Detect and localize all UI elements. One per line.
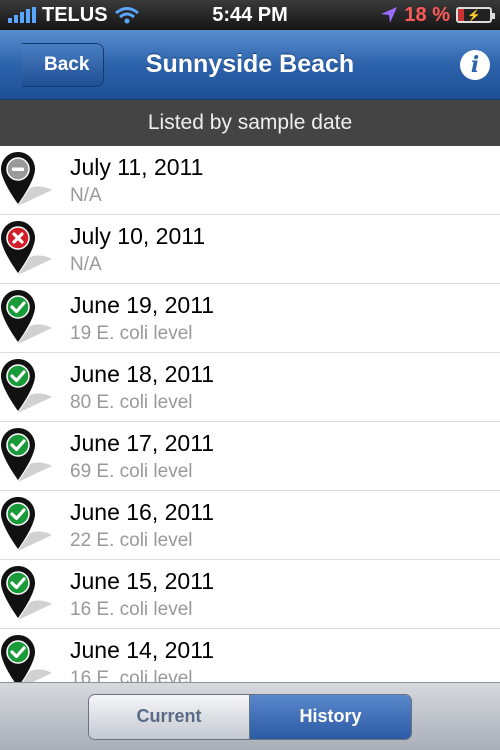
segmented-control-bar: Current History bbox=[0, 682, 500, 750]
sample-date: June 19, 2011 bbox=[70, 291, 215, 318]
sample-date: June 15, 2011 bbox=[70, 567, 215, 594]
list-item[interactable]: June 14, 2011 16 E. coli level bbox=[0, 629, 500, 682]
back-button-label: Back bbox=[44, 53, 90, 75]
sample-value: 19 E. coli level bbox=[70, 322, 193, 344]
check-pin-icon bbox=[0, 491, 56, 560]
list-item[interactable]: June 18, 2011 80 E. coli level bbox=[0, 353, 500, 422]
signal-bars-icon bbox=[8, 7, 36, 23]
list-item[interactable]: June 16, 2011 22 E. coli level bbox=[0, 491, 500, 560]
segmented-control: Current History bbox=[88, 693, 412, 740]
sample-value: N/A bbox=[70, 253, 102, 275]
sample-date: June 18, 2011 bbox=[70, 360, 215, 387]
list-item-text: June 18, 2011 80 E. coli level bbox=[70, 361, 214, 414]
navigation-bar: Back Sunnyside Beach i bbox=[0, 30, 500, 100]
sample-list: July 11, 2011 N/A July 10, 2011 N/A June 19,… bbox=[0, 146, 500, 682]
sample-date: June 16, 2011 bbox=[70, 498, 215, 525]
list-item[interactable]: June 19, 2011 19 E. coli level bbox=[0, 284, 500, 353]
back-button[interactable]: Back bbox=[22, 42, 105, 87]
check-pin-icon bbox=[0, 284, 56, 353]
list-item[interactable]: July 10, 2011 N/A bbox=[0, 215, 500, 284]
list-item-text: June 16, 2011 22 E. coli level bbox=[70, 499, 214, 552]
sample-value: 69 E. coli level bbox=[70, 460, 193, 482]
sample-value: N/A bbox=[70, 184, 102, 206]
location-arrow-icon bbox=[381, 7, 398, 23]
list-item-text: June 14, 2011 16 E. coli level bbox=[70, 637, 214, 683]
carrier-name: TELUS bbox=[42, 3, 108, 26]
list-item[interactable]: July 11, 2011 N/A bbox=[0, 146, 500, 215]
list-item-text: July 10, 2011 N/A bbox=[70, 223, 205, 276]
sample-date: June 14, 2011 bbox=[70, 636, 215, 663]
status-bar: TELUS 5:44 PM 18 % ⚡ bbox=[0, 0, 500, 30]
minus-pin-icon bbox=[0, 146, 56, 215]
sample-date: July 11, 2011 bbox=[70, 153, 204, 180]
check-pin-icon bbox=[0, 353, 56, 422]
list-item-text: June 19, 2011 19 E. coli level bbox=[70, 292, 214, 345]
x-pin-icon bbox=[0, 215, 56, 284]
list-item-text: July 11, 2011 N/A bbox=[70, 154, 203, 207]
battery-icon: ⚡ bbox=[456, 7, 495, 23]
sample-value: 16 E. coli level bbox=[70, 667, 193, 683]
wifi-icon bbox=[114, 7, 139, 24]
list-item[interactable]: June 15, 2011 16 E. coli level bbox=[0, 560, 500, 629]
info-icon[interactable]: i bbox=[460, 49, 490, 80]
sample-date: June 17, 2011 bbox=[70, 429, 215, 456]
list-item[interactable]: June 17, 2011 69 E. coli level bbox=[0, 422, 500, 491]
check-pin-icon bbox=[0, 560, 56, 629]
battery-percent: 18 % bbox=[404, 3, 450, 26]
check-pin-icon bbox=[0, 629, 56, 682]
list-item-text: June 15, 2011 16 E. coli level bbox=[70, 568, 214, 621]
list-item-text: June 17, 2011 69 E. coli level bbox=[70, 430, 214, 483]
sample-value: 16 E. coli level bbox=[70, 598, 193, 620]
check-pin-icon bbox=[0, 422, 56, 491]
section-header: Listed by sample date bbox=[0, 100, 500, 146]
sample-value: 80 E. coli level bbox=[70, 391, 193, 413]
history-tab[interactable]: History bbox=[250, 694, 411, 739]
current-tab[interactable]: Current bbox=[89, 694, 250, 739]
sample-date: July 10, 2011 bbox=[70, 222, 206, 249]
sample-value: 22 E. coli level bbox=[70, 529, 193, 551]
